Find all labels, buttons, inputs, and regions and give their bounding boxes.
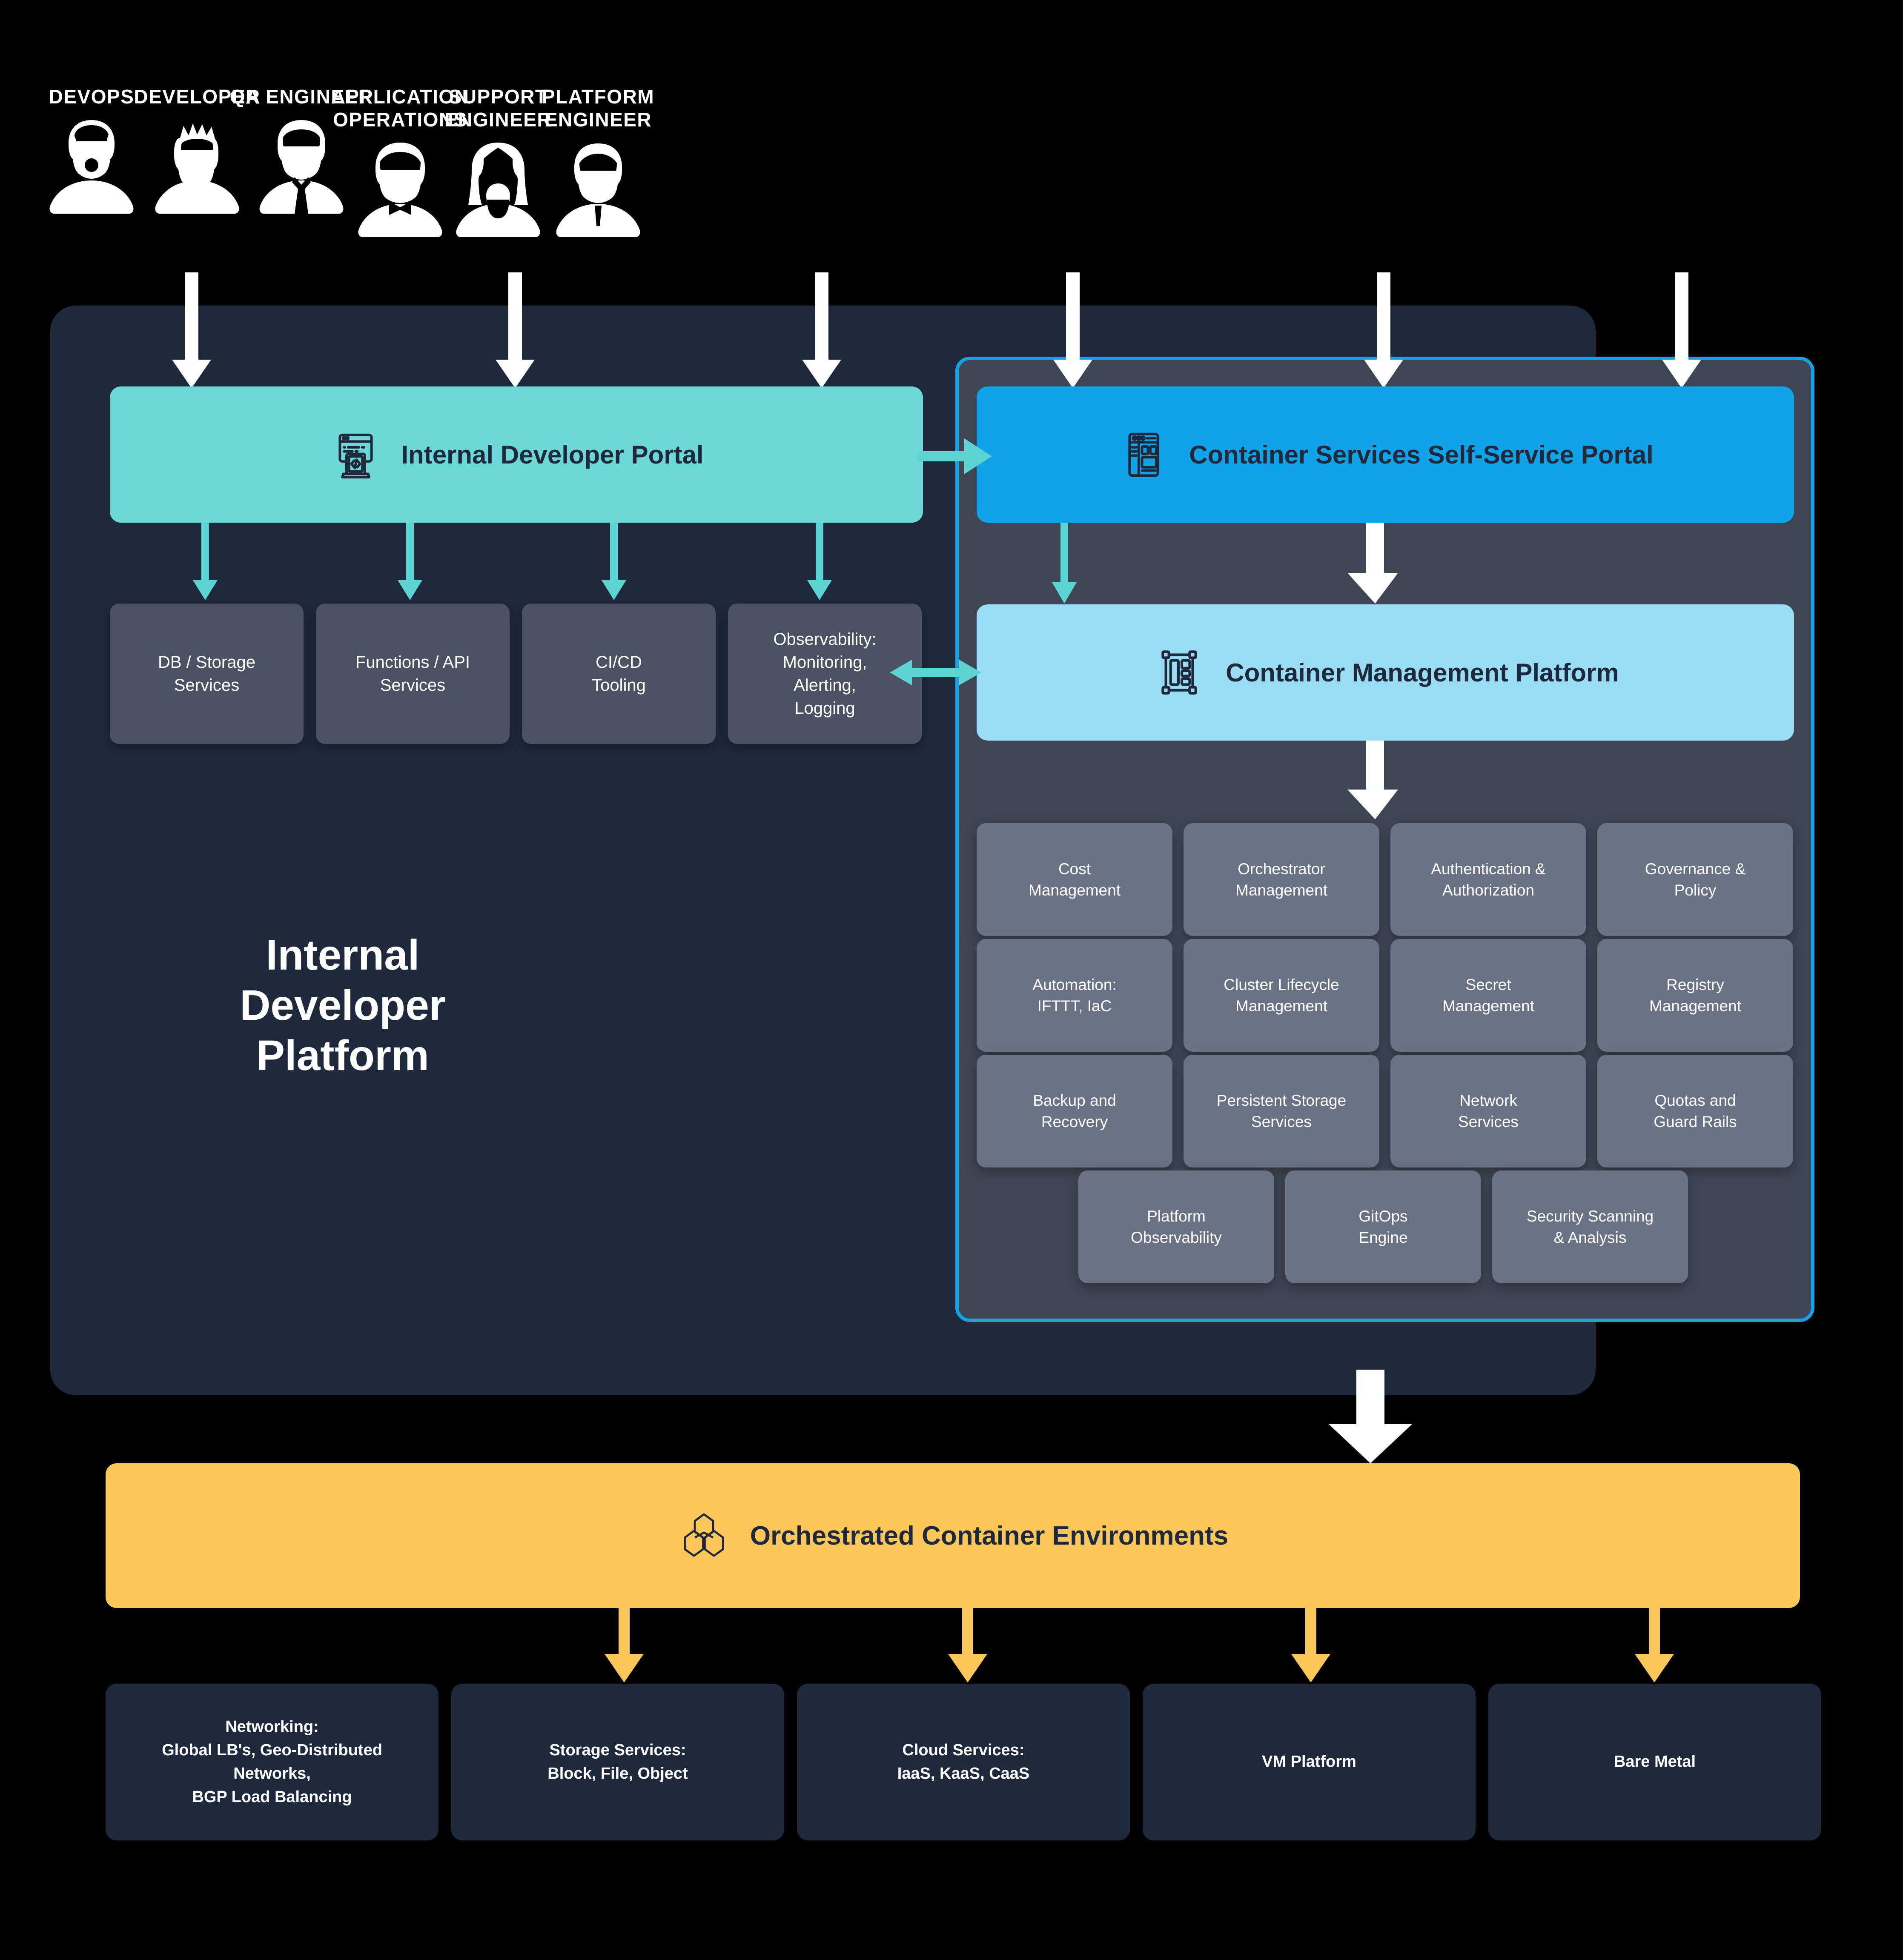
arrow-observability-cmp-bidirectional <box>890 660 981 685</box>
container-rack-icon <box>1161 650 1197 695</box>
arrow-support-to-cs-portal <box>1364 272 1403 388</box>
orchestrated-container-environments-bar[interactable]: Orchestrated Container Environments <box>106 1463 1800 1608</box>
capability-tile-quotas-guard-rails[interactable]: Quotas and Guard Rails <box>1597 1055 1793 1167</box>
service-card-db-storage[interactable]: DB / Storage Services <box>110 604 304 744</box>
person-short-hair-icon <box>556 143 640 237</box>
orchestrated-container-environments-label: Orchestrated Container Environments <box>750 1521 1229 1551</box>
infra-card-label: Cloud Services: IaaS, KaaS, CaaS <box>897 1741 1030 1783</box>
arrow-platform-to-orchestrated <box>1329 1370 1412 1463</box>
infra-card-label: Networking: Global LB's, Geo-Distributed… <box>162 1717 382 1806</box>
arrow-developer-to-portal <box>496 272 535 388</box>
arrow-cs-portal-to-cmp <box>1347 523 1398 604</box>
capability-label: Authentication & Authorization <box>1431 860 1546 899</box>
code-window-icon <box>338 433 373 478</box>
service-card-functions-api[interactable]: Functions / API Services <box>316 604 510 744</box>
diagram-canvas: DEVOPS DEVELOPER QA ENGINEER APPLICATION… <box>0 0 1903 1960</box>
internal-developer-portal-label: Internal Developer Portal <box>401 440 704 469</box>
capability-label: Cost Management <box>1029 860 1121 899</box>
persona-label: PLATFORM ENGINEER <box>542 86 655 131</box>
capability-tile-security-scanning-analysis[interactable]: Security Scanning & Analysis <box>1492 1170 1688 1283</box>
arrow-devops-to-portal <box>172 272 211 388</box>
capability-label: Security Scanning & Analysis <box>1526 1207 1654 1246</box>
arrow-portal-to-db-storage <box>193 523 218 600</box>
capability-tile-platform-observability[interactable]: Platform Observability <box>1078 1170 1274 1283</box>
infra-card-cloud-services[interactable]: Cloud Services: IaaS, KaaS, CaaS <box>797 1684 1130 1840</box>
infra-card-storage-services[interactable]: Storage Services: Block, File, Object <box>451 1684 784 1840</box>
service-card-cicd-tooling[interactable]: CI/CD Tooling <box>522 604 716 744</box>
capability-tile-network-services[interactable]: Network Services <box>1390 1055 1586 1167</box>
arrow-portal-to-functions-api <box>398 523 422 600</box>
capability-tile-cost-management[interactable]: Cost Management <box>977 823 1172 936</box>
persona-platform-engineer: PLATFORM ENGINEER <box>500 85 696 237</box>
capability-tile-registry-management[interactable]: Registry Management <box>1597 939 1793 1052</box>
capability-tile-backup-recovery[interactable]: Backup and Recovery <box>977 1055 1172 1167</box>
arrow-orchestrated-to-storage <box>948 1608 987 1682</box>
infra-card-label: Bare Metal <box>1614 1753 1696 1771</box>
arrow-orchestrated-to-bare-metal <box>1635 1608 1674 1682</box>
page-title: Internal Developer Platform <box>240 931 446 1079</box>
dashboard-layout-icon <box>1128 432 1159 477</box>
capability-tile-gitops-engine[interactable]: GitOps Engine <box>1285 1170 1481 1283</box>
infra-card-networking[interactable]: Networking: Global LB's, Geo-Distributed… <box>106 1684 438 1840</box>
arrow-cmp-to-capabilities <box>1347 741 1398 819</box>
container-management-platform-bar[interactable]: Container Management Platform <box>977 604 1794 741</box>
capability-label: Backup and Recovery <box>1033 1091 1116 1130</box>
capability-label: Cluster Lifecycle Management <box>1224 976 1339 1015</box>
capability-label: Quotas and Guard Rails <box>1654 1091 1737 1130</box>
service-card-label: Observability: Monitoring, Alerting, Log… <box>773 630 877 718</box>
capability-tile-governance-policy[interactable]: Governance & Policy <box>1597 823 1793 936</box>
container-services-self-service-portal-bar[interactable]: Container Services Self-Service Portal <box>977 386 1794 523</box>
capability-tile-secret-management[interactable]: Secret Management <box>1390 939 1586 1052</box>
capability-tile-authentication-authorization[interactable]: Authentication & Authorization <box>1390 823 1586 936</box>
service-card-label: Functions / API Services <box>355 653 470 695</box>
capability-tile-orchestrator-management[interactable]: Orchestrator Management <box>1184 823 1379 936</box>
capability-label: Network Services <box>1458 1091 1519 1130</box>
capability-label: Governance & Policy <box>1645 860 1746 899</box>
capability-tile-automation[interactable]: Automation: IFTTT, IaC <box>977 939 1172 1052</box>
capability-label: Secret Management <box>1442 976 1534 1015</box>
capability-label: Orchestrator Management <box>1235 860 1327 899</box>
arrow-platform-to-cs-portal <box>1662 272 1701 388</box>
capability-tile-cluster-lifecycle-management[interactable]: Cluster Lifecycle Management <box>1184 939 1379 1052</box>
container-management-platform-label: Container Management Platform <box>1226 658 1619 687</box>
infra-card-vm-platform[interactable]: VM Platform <box>1143 1684 1476 1840</box>
arrow-portal-to-observability <box>807 523 832 600</box>
infra-card-label: VM Platform <box>1262 1753 1356 1771</box>
arrow-cs-portal-to-cmp-left <box>1052 523 1077 604</box>
arrow-orchestrated-to-cloud <box>1291 1608 1330 1682</box>
cubes-stack-icon <box>684 1513 724 1557</box>
arrow-qa-to-portal <box>802 272 841 388</box>
container-services-self-service-portal-label: Container Services Self-Service Portal <box>1189 440 1654 469</box>
arrow-idp-to-cs-portal <box>917 438 992 474</box>
capability-label: Registry Management <box>1649 976 1741 1015</box>
capability-label: Platform Observability <box>1131 1207 1222 1246</box>
arrow-orchestrated-to-networking <box>605 1608 644 1682</box>
internal-developer-portal-bar[interactable]: Internal Developer Portal <box>110 386 923 523</box>
service-card-label: CI/CD Tooling <box>592 653 646 695</box>
capability-label: GitOps Engine <box>1358 1207 1408 1246</box>
arrow-portal-to-cicd <box>602 523 626 600</box>
capability-label: Automation: IFTTT, IaC <box>1032 976 1117 1015</box>
infra-card-label: Storage Services: Block, File, Object <box>547 1741 688 1783</box>
arrow-appops-to-cs-portal <box>1053 272 1092 388</box>
service-card-label: DB / Storage Services <box>158 653 255 695</box>
capability-label: Persistent Storage Services <box>1216 1091 1347 1130</box>
capability-tile-persistent-storage-services[interactable]: Persistent Storage Services <box>1184 1055 1379 1167</box>
infra-card-bare-metal[interactable]: Bare Metal <box>1488 1684 1821 1840</box>
